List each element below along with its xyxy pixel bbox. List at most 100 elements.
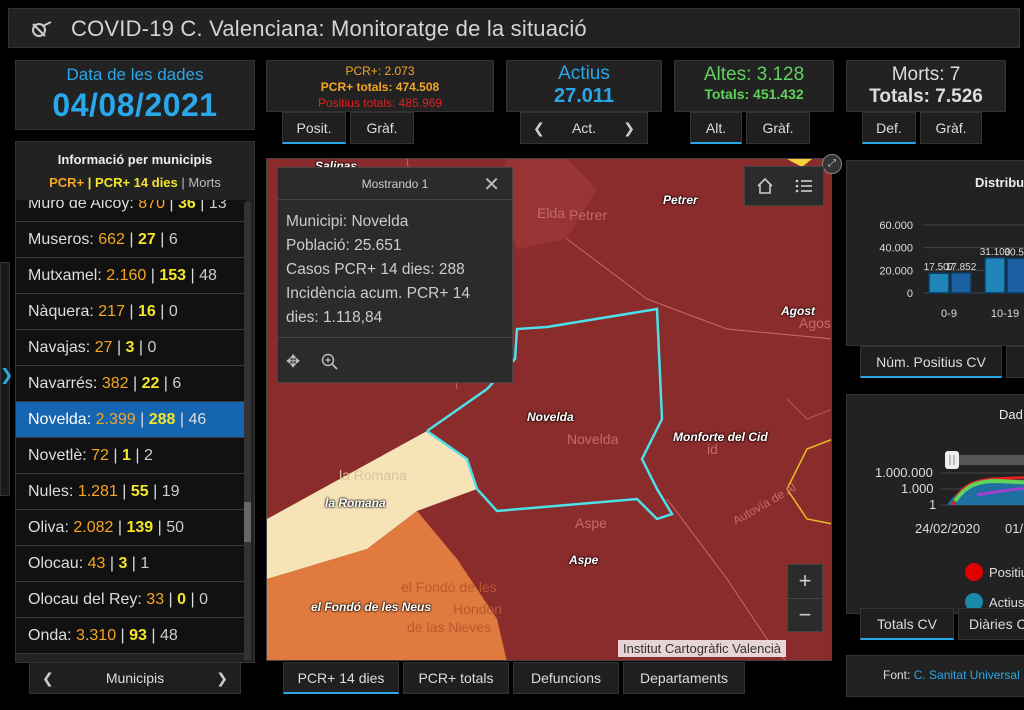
legend-positiu: Positiu — [965, 563, 1024, 581]
legend-label: Positiu — [989, 564, 1024, 580]
separator: | — [117, 483, 131, 500]
tab-pcr-totals[interactable]: PCR+ totals — [403, 662, 509, 694]
chevron-left-icon[interactable]: ❮ — [42, 670, 54, 687]
chevron-right-icon[interactable]: ❯ — [216, 670, 228, 687]
zoom-out-button[interactable]: − — [788, 599, 822, 633]
tab-pcr14[interactable]: PCR+ 14 dies — [283, 662, 399, 694]
bar[interactable] — [928, 272, 950, 294]
municipi-pcr: 2.399 — [95, 411, 136, 428]
map-label-monforte: Monforte del Cid — [673, 430, 768, 444]
actius-nav-label: Act. — [571, 120, 597, 136]
distribution-tabs: Núm. Positius CV — [860, 346, 1024, 378]
tab-defuncions[interactable]: Defuncions — [513, 662, 619, 694]
pan-icon[interactable]: ✥ — [286, 352, 300, 372]
tab-graf-morts[interactable]: Gràf. — [920, 112, 982, 144]
list-item[interactable]: Museros: 662 | 27 | 6 — [16, 222, 246, 258]
altes-tabs: Alt. Gràf. — [690, 112, 810, 144]
tab-alt[interactable]: Alt. — [690, 112, 742, 144]
actius-nav: ❮ Act. ❯ — [520, 112, 648, 144]
municipis-scrollbar[interactable] — [244, 202, 251, 660]
bar[interactable] — [1006, 257, 1024, 294]
actius-value: 27.011 — [553, 85, 615, 107]
tick-label: 0 — [907, 288, 913, 300]
list-item[interactable]: Muro de Alcoy: 870 | 36 | 13 — [16, 200, 246, 222]
list-item[interactable]: Navajas: 27 | 3 | 0 — [16, 330, 246, 366]
tab-graf-pcr[interactable]: Gràf. — [350, 112, 414, 144]
source-link[interactable]: C. Sanitat Universal — [914, 668, 1020, 682]
basemap-label: Hondon — [453, 601, 503, 617]
municipis-legend: PCR+ | PCR+ 14 dies | Morts — [16, 175, 254, 190]
popup-line: Població: 25.651 — [286, 237, 402, 254]
list-item[interactable]: Navarrés: 382 | 22 | 6 — [16, 366, 246, 402]
zoom-to-icon[interactable] — [320, 352, 340, 372]
municipi-name: Nules: — [28, 483, 74, 500]
scrollbar-thumb[interactable] — [244, 502, 251, 542]
tab-posit[interactable]: Posit. — [282, 112, 346, 144]
home-icon[interactable] — [755, 176, 775, 196]
municipi-pcr14: 139 — [126, 519, 154, 536]
tab-totals-cv[interactable]: Totals CV — [860, 608, 954, 640]
municipi-pcr14: 93 — [129, 627, 147, 644]
expand-icon[interactable]: ⤢ — [822, 154, 842, 174]
separator: | — [155, 231, 169, 248]
chevron-left-icon[interactable]: ❮ — [533, 120, 545, 137]
list-item[interactable]: Nules: 1.281 | 55 | 19 — [16, 474, 246, 510]
bar[interactable] — [950, 272, 972, 294]
tab-def[interactable]: Def. — [862, 112, 916, 144]
municipi-pcr: 382 — [101, 375, 129, 392]
popup-line: Municipi: Novelda — [286, 213, 409, 230]
municipi-pcr14: 3 — [118, 555, 128, 572]
side-panel-toggle[interactable]: ❯ — [0, 262, 13, 496]
municipi-morts: 50 — [166, 519, 184, 536]
municipi-morts: 6 — [172, 375, 182, 392]
list-item[interactable]: Olocau del Rey: 33 | 0 | 0 — [16, 582, 246, 618]
tab-graf-altes[interactable]: Gràf. — [746, 112, 810, 144]
list-item[interactable]: Onda: 3.310 | 93 | 48 — [16, 618, 246, 654]
municipi-morts: 48 — [159, 627, 178, 644]
tab-more[interactable] — [1006, 346, 1024, 378]
municipis-nav-label: Municipis — [105, 670, 165, 686]
list-item[interactable]: Nàquera: 217 | 16 | 0 — [16, 294, 246, 330]
category-label: 0-9 — [941, 308, 957, 320]
tab-departaments[interactable]: Departaments — [623, 662, 745, 694]
source-panel: Font: C. Sanitat Universal — [846, 655, 1024, 697]
close-icon[interactable]: ✕ — [483, 172, 500, 197]
tab-num-positius[interactable]: Núm. Positius CV — [860, 346, 1002, 378]
list-item[interactable]: Mutxamel: 2.160 | 153 | 48 — [16, 258, 246, 294]
tab-diaries[interactable]: Diàries C — [958, 608, 1024, 640]
layer-list-icon[interactable] — [794, 176, 814, 196]
pcr-tabs: Posit. Gràf. — [282, 112, 414, 144]
municipis-panel: Informació per municipis PCR+ | PCR+ 14 … — [15, 141, 255, 663]
separator: | — [113, 519, 127, 536]
list-item[interactable]: Novelda: 2.399 | 288 | 46 — [16, 402, 246, 438]
separator: | — [153, 519, 167, 536]
list-item[interactable]: Olocau: 43 | 3 | 1 — [16, 546, 246, 582]
list-item[interactable]: Novetlè: 72 | 1 | 2 — [16, 438, 246, 474]
municipi-pcr14: 22 — [141, 375, 160, 392]
municipi-morts: 6 — [168, 231, 178, 248]
separator: | — [108, 447, 122, 464]
popup-header: Mostrando 1 — [278, 168, 512, 200]
chevron-right-icon[interactable]: ❯ — [623, 120, 635, 137]
municipi-name: Museros: — [28, 231, 94, 248]
date-panel: Data de les dades 04/08/2021 — [15, 60, 255, 130]
municipi-pcr: 33 — [146, 591, 165, 608]
municipi-morts: 0 — [199, 591, 208, 608]
municipis-list: Muro de Alcoy: 870 | 36 | 13 Museros: 662… — [16, 200, 246, 662]
tick-label: 20.000 — [879, 265, 913, 277]
map-label-fondo: el Fondó de les Neus — [311, 600, 432, 614]
pcr-total: PCR+ totals: 474.508 — [320, 80, 440, 94]
data-label: 30.59 — [1004, 247, 1024, 258]
legend-pcr14: PCR+ 14 dies — [95, 175, 178, 190]
dades-panel: Dad 1.000.000 1.000 1 24/02/2020 01/ Pos… — [846, 394, 1024, 614]
municipi-name: Oliva: — [28, 519, 69, 536]
app-header: COVID-19 C. Valenciana: Monitoratge de l… — [8, 8, 1020, 48]
legend-sep: | — [177, 175, 189, 190]
date-value: 04/08/2021 — [52, 87, 218, 123]
list-item[interactable]: Oliva: 2.082 | 139 | 50 — [16, 510, 246, 546]
municipi-name: Olocau: — [28, 555, 84, 572]
bar[interactable] — [984, 257, 1006, 294]
separator: | — [135, 411, 149, 428]
municipi-morts: 0 — [147, 339, 157, 356]
zoom-in-button[interactable]: + — [788, 565, 822, 599]
